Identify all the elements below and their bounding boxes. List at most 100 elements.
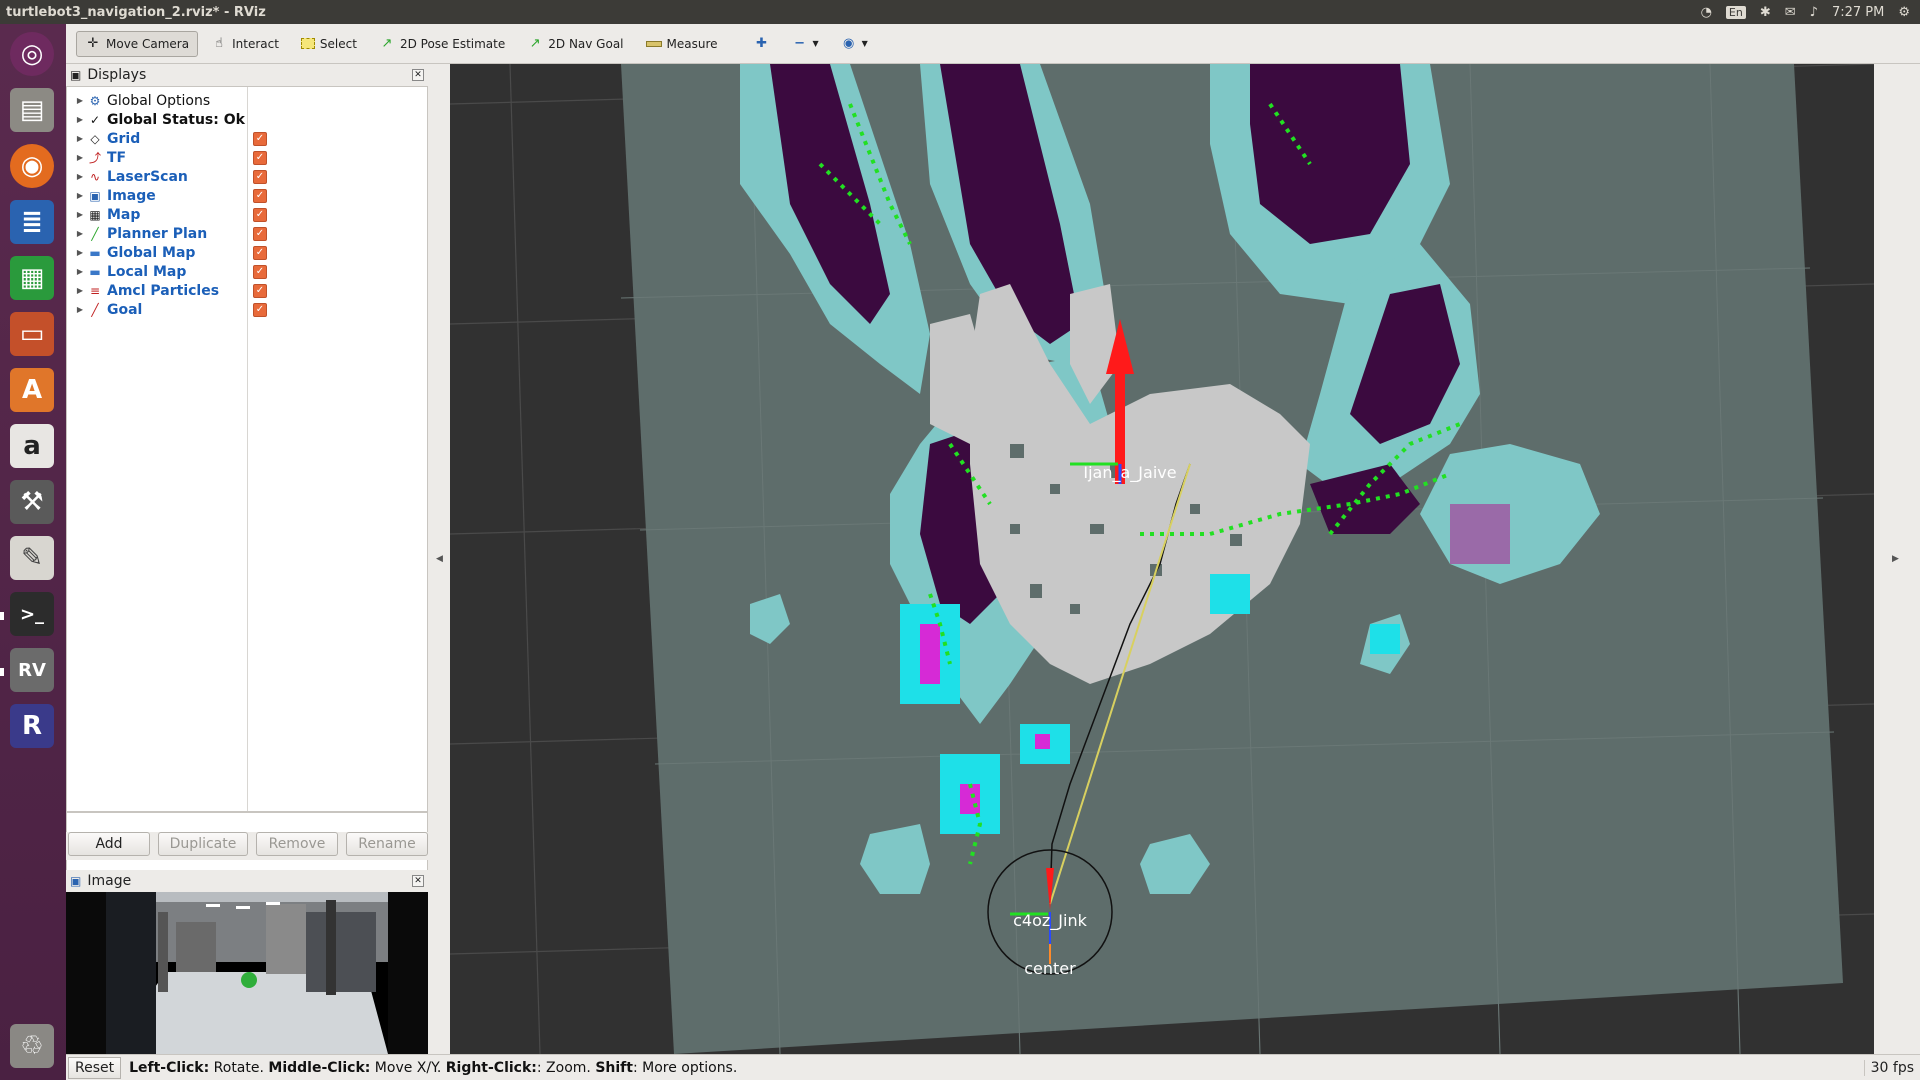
text-editor-launcher[interactable]: ✎: [5, 532, 59, 584]
tf-checkbox[interactable]: ✓: [253, 150, 267, 165]
tool-measure[interactable]: Measure: [637, 31, 727, 57]
camera-feed-image: [66, 892, 428, 1054]
tree-item-map[interactable]: ▶ ▦ Map ✓: [67, 205, 427, 224]
tree-item-goal[interactable]: ▶ ╱ Goal ✓: [67, 300, 427, 319]
system-settings-launcher[interactable]: ⚒: [5, 476, 59, 528]
goal-checkbox[interactable]: ✓: [253, 302, 267, 317]
firefox-launcher[interactable]: ◉: [5, 140, 59, 192]
tree-item-tf[interactable]: ▶ ⤴ TF ✓: [67, 148, 427, 167]
software-center-launcher[interactable]: A: [5, 364, 59, 416]
planner-plan-checkbox[interactable]: ✓: [253, 226, 267, 241]
tool-2d-nav-goal[interactable]: ↗ 2D Nav Goal: [518, 31, 632, 57]
tree-item-image[interactable]: ▶ ▣ Image ✓: [67, 186, 427, 205]
render-viewport[interactable]: Ijan_a_Jaive c4oz_Jink center: [450, 64, 1874, 1054]
calc-launcher[interactable]: ▦: [5, 252, 59, 304]
tool-move-camera[interactable]: ✛ Move Camera: [76, 30, 199, 57]
displays-title: Displays: [87, 67, 147, 83]
image-panel-title: Image: [87, 873, 132, 889]
expand-arrow-icon[interactable]: ▶: [73, 248, 87, 257]
add-display-button[interactable]: Add: [68, 832, 150, 856]
tree-item-grid[interactable]: ▶ ◇ Grid ✓: [67, 129, 427, 148]
collapse-right-icon[interactable]: ▶: [1892, 554, 1899, 564]
tree-item-amcl-particles[interactable]: ▶ ≡ Amcl Particles ✓: [67, 281, 427, 300]
files-icon: ▤: [10, 88, 54, 132]
right-dock-edge[interactable]: ▶: [1874, 64, 1920, 1054]
local-map-checkbox[interactable]: ✓: [253, 264, 267, 279]
displays-panel: ▣ Displays ✕ ▶ ⚙ Global Options ▶ ✓ Global S…: [66, 64, 428, 892]
tool-select[interactable]: Select: [292, 31, 366, 57]
image-checkbox[interactable]: ✓: [253, 188, 267, 203]
bluetooth-icon[interactable]: ✱: [1760, 5, 1771, 20]
tree-item-laserscan[interactable]: ▶ ∿ LaserScan ✓: [67, 167, 427, 186]
expand-arrow-icon[interactable]: ▶: [73, 172, 87, 181]
expand-arrow-icon[interactable]: ▶: [73, 286, 87, 295]
remove-tool-button[interactable]: − ▼: [783, 31, 828, 57]
laserscan-checkbox[interactable]: ✓: [253, 169, 267, 184]
expand-arrow-icon[interactable]: ▶: [73, 134, 87, 143]
tool-2d-pose-estimate[interactable]: ↗ 2D Pose Estimate: [370, 31, 514, 57]
impress-icon: ▭: [10, 312, 54, 356]
eye-icon: ◉: [843, 36, 855, 51]
amazon-icon: a: [10, 424, 54, 468]
add-tool-button[interactable]: ✚: [745, 31, 779, 57]
files-launcher[interactable]: ▤: [5, 84, 59, 136]
tool-interact[interactable]: ☝ Interact: [202, 31, 288, 57]
expand-arrow-icon[interactable]: ▶: [73, 191, 87, 200]
volume-icon[interactable]: ♪: [1810, 5, 1818, 20]
writer-launcher[interactable]: ≣: [5, 196, 59, 248]
tree-item-global-status[interactable]: ▶ ✓ Global Status: Ok: [67, 110, 427, 129]
tree-item-global-map[interactable]: ▶ ▬ Global Map ✓: [67, 243, 427, 262]
grid-checkbox[interactable]: ✓: [253, 131, 267, 146]
running-indicator: [0, 668, 4, 676]
tree-item-planner-plan[interactable]: ▶ ╱ Planner Plan ✓: [67, 224, 427, 243]
expand-arrow-icon[interactable]: ▶: [73, 229, 87, 238]
impress-launcher[interactable]: ▭: [5, 308, 59, 360]
trash-launcher[interactable]: ♲: [5, 1020, 59, 1072]
settings-gear-icon[interactable]: ⚙: [1898, 5, 1910, 20]
displays-header: ▣ Displays ✕: [66, 64, 428, 86]
tree-item-local-map[interactable]: ▶ ▬ Local Map ✓: [67, 262, 427, 281]
mail-icon[interactable]: ✉: [1785, 5, 1796, 20]
rename-display-button[interactable]: Rename: [346, 832, 428, 856]
displays-tree: ▶ ⚙ Global Options ▶ ✓ Global Status: Ok ▶ ◇ G…: [66, 86, 428, 812]
amazon-launcher[interactable]: a: [5, 420, 59, 472]
view-tool-button[interactable]: ◉ ▼: [832, 31, 877, 57]
r-icon: R: [10, 704, 54, 748]
wifi-icon[interactable]: ◔: [1701, 5, 1712, 20]
tree-item-global-options[interactable]: ▶ ⚙ Global Options: [67, 91, 427, 110]
path-icon: ╱: [91, 226, 99, 241]
language-indicator[interactable]: En: [1725, 5, 1746, 19]
expand-arrow-icon[interactable]: ▶: [73, 267, 87, 276]
r-launcher[interactable]: R: [5, 700, 59, 752]
map-render: Ijan_a_Jaive c4oz_Jink center: [450, 64, 1874, 1054]
chevron-down-icon: ▼: [812, 39, 819, 48]
reset-button[interactable]: Reset: [68, 1056, 122, 1079]
remove-display-button[interactable]: Remove: [256, 832, 338, 856]
close-icon[interactable]: ✕: [412, 875, 424, 887]
rviz-launcher[interactable]: RV: [5, 644, 59, 696]
map-icon: ▦: [89, 207, 101, 222]
rviz-icon: RV: [10, 648, 54, 692]
global-map-checkbox[interactable]: ✓: [253, 245, 267, 260]
image-panel-header: ▣ Image ✕: [66, 870, 428, 892]
terminal-launcher[interactable]: >_: [5, 588, 59, 640]
goal-icon: ╱: [91, 302, 99, 317]
panel-splitter[interactable]: ◀: [428, 64, 450, 1054]
fps-indicator: 30 fps: [1863, 1059, 1920, 1076]
duplicate-display-button[interactable]: Duplicate: [158, 832, 248, 856]
expand-arrow-icon[interactable]: ▶: [73, 115, 87, 124]
clock[interactable]: 7:27 PM: [1832, 5, 1884, 20]
chevron-down-icon: ▼: [861, 39, 868, 48]
expand-arrow-icon[interactable]: ▶: [73, 210, 87, 219]
map-checkbox[interactable]: ✓: [253, 207, 267, 222]
terminal-icon: >_: [10, 592, 54, 636]
image-icon: ▣: [70, 874, 82, 888]
collapse-left-icon[interactable]: ◀: [436, 554, 443, 564]
expand-arrow-icon[interactable]: ▶: [73, 153, 87, 162]
expand-arrow-icon[interactable]: ▶: [73, 96, 87, 105]
ubuntu-dash-button[interactable]: ◎: [5, 28, 59, 80]
close-icon[interactable]: ✕: [412, 69, 424, 81]
expand-arrow-icon[interactable]: ▶: [73, 305, 87, 314]
amcl-particles-checkbox[interactable]: ✓: [253, 283, 267, 298]
select-box-icon: [300, 38, 315, 49]
